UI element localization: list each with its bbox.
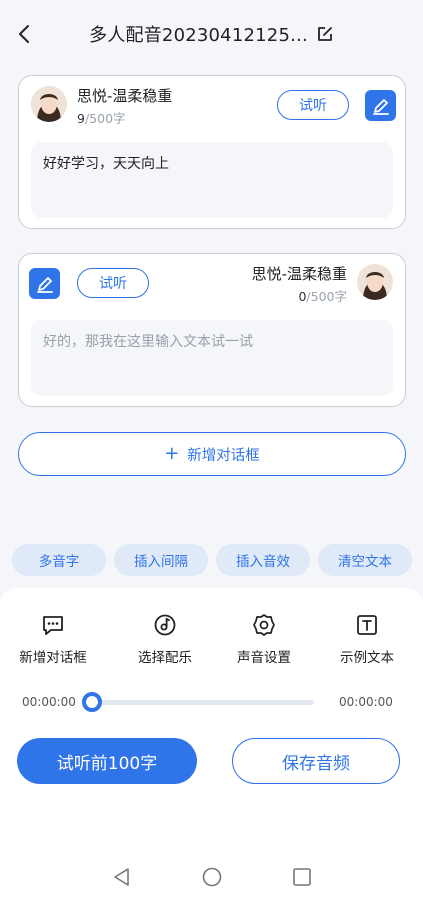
text-box-icon bbox=[357, 615, 377, 635]
progress-track[interactable] bbox=[92, 700, 314, 705]
edit-voice-button[interactable] bbox=[29, 268, 60, 299]
listen-button[interactable]: 试听 bbox=[277, 90, 349, 120]
dialog-input[interactable]: 好的，那我在这里输入文本试一试 bbox=[31, 320, 393, 396]
add-dialog-button[interactable]: + 新增对话框 bbox=[18, 432, 406, 476]
dialog-text[interactable]: 好好学习，天天向上 bbox=[31, 142, 393, 218]
char-count: 0/500字 bbox=[298, 289, 347, 304]
nav-back-icon[interactable] bbox=[111, 866, 133, 888]
add-dialog-label: 新增对话框 bbox=[187, 447, 260, 464]
plus-icon: + bbox=[164, 443, 180, 464]
gear-icon bbox=[253, 614, 275, 636]
progress-handle[interactable] bbox=[82, 692, 102, 712]
avatar[interactable] bbox=[31, 86, 67, 122]
tool-add-dialog[interactable]: 新增对话框 bbox=[8, 612, 98, 666]
tool-label: 声音设置 bbox=[237, 650, 291, 666]
edit-pencil-icon bbox=[372, 98, 389, 115]
nav-home-icon[interactable] bbox=[201, 866, 223, 888]
nav-recents-icon[interactable] bbox=[291, 866, 313, 888]
tool-label: 示例文本 bbox=[340, 650, 394, 666]
system-nav-bar bbox=[0, 852, 423, 900]
current-time: 00:00:00 bbox=[22, 695, 76, 709]
edit-pencil-icon bbox=[36, 276, 53, 293]
save-audio-button[interactable]: 保存音频 bbox=[232, 738, 400, 784]
chip-insert-sfx[interactable]: 插入音效 bbox=[216, 544, 310, 576]
listen-button[interactable]: 试听 bbox=[77, 268, 149, 298]
chevron-left-icon[interactable] bbox=[14, 22, 36, 46]
chip-clear-text[interactable]: 清空文本 bbox=[318, 544, 412, 576]
avatar[interactable] bbox=[357, 264, 393, 300]
quick-actions: 多音字 插入间隔 插入音效 清空文本 bbox=[12, 544, 412, 576]
chip-polyphone[interactable]: 多音字 bbox=[12, 544, 106, 576]
voice-name[interactable]: 思悦-温柔稳重 bbox=[252, 263, 347, 284]
tool-label: 选择配乐 bbox=[138, 650, 192, 666]
dialog-card: 思悦-温柔稳重 9/500字 试听 好好学习，天天向上 bbox=[18, 75, 406, 229]
tool-sample-text[interactable]: 示例文本 bbox=[322, 612, 412, 666]
page-title: 多人配音20230412125... bbox=[89, 25, 308, 46]
music-disc-icon bbox=[154, 614, 176, 636]
top-bar: 多人配音20230412125... bbox=[0, 0, 423, 68]
edit-voice-button[interactable] bbox=[365, 90, 396, 121]
preview-100-button[interactable]: 试听前100字 bbox=[17, 738, 197, 784]
chip-insert-pause[interactable]: 插入间隔 bbox=[114, 544, 208, 576]
tool-label: 新增对话框 bbox=[19, 650, 87, 666]
dialog-card: 试听 思悦-温柔稳重 0/500字 好的，那我在这里输入文本试一试 bbox=[18, 253, 406, 407]
voice-name[interactable]: 思悦-温柔稳重 bbox=[77, 85, 172, 106]
total-time: 00:00:00 bbox=[339, 695, 393, 709]
char-count: 9/500字 bbox=[77, 111, 126, 126]
tool-voice-settings[interactable]: 声音设置 bbox=[219, 612, 309, 666]
chat-bubble-icon bbox=[43, 616, 63, 635]
edit-square-icon[interactable] bbox=[316, 25, 334, 43]
tool-select-music[interactable]: 选择配乐 bbox=[120, 612, 210, 666]
